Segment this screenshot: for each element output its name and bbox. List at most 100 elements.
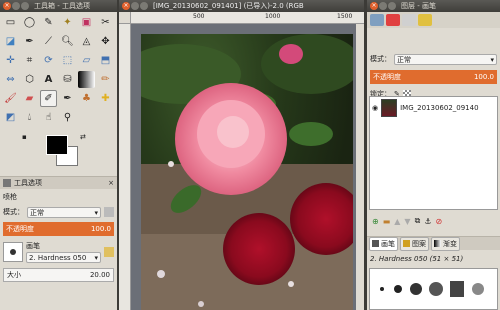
ruler-mark: 1500 (337, 13, 353, 20)
lower-layer-icon[interactable]: ▼ (404, 217, 410, 226)
mode-reset-icon[interactable] (104, 207, 114, 217)
size-slider[interactable]: 大小 20.00 (3, 268, 114, 282)
layer-row[interactable]: ◉ IMG_20130602_09140 (370, 97, 497, 119)
maximize-button[interactable] (21, 2, 29, 10)
horizontal-ruler[interactable]: 500 1000 1500 (131, 12, 364, 24)
minimize-button[interactable] (379, 2, 387, 10)
rect-select-icon[interactable]: ▭ (2, 14, 19, 31)
toolbox-window: × 工具箱 - 工具选项 ▭ ◯ ✎ ✦ ▣ ✂ ◪ ✒ ⟋ 🔍︎ ◬ ✥ ✛ … (0, 0, 117, 310)
layer-mode-select[interactable]: 正常 (394, 53, 497, 65)
tab-gradients[interactable]: 渐变 (431, 236, 460, 251)
heal-icon[interactable]: ✚ (97, 90, 114, 107)
mode-label: 模式： (3, 208, 24, 216)
visibility-eye-icon[interactable]: ◉ (372, 104, 378, 112)
brush-grid[interactable] (369, 268, 498, 310)
flip-icon[interactable]: ⇔ (2, 71, 19, 88)
tool-options-tab-row: 工具选项 × (0, 176, 117, 189)
crop-icon[interactable]: ⌗ (21, 52, 38, 69)
layer-opacity-slider[interactable]: 不透明度 100.0 (370, 70, 497, 84)
toolbox-title: 工具箱 - 工具选项 (34, 2, 90, 10)
mode-select[interactable]: 正常 (27, 206, 101, 218)
layer-name: IMG_20130602_09140 (400, 104, 479, 112)
vertical-scrollbar[interactable] (356, 24, 364, 310)
layer-mode-row: 模式： 正常 (367, 52, 500, 66)
raise-layer-icon[interactable]: ▲ (394, 217, 400, 226)
brush-select[interactable]: 2. Hardness 050 (26, 252, 101, 263)
color-picker-icon[interactable]: ⟋ (40, 33, 57, 50)
gradient-icon[interactable] (78, 71, 95, 88)
move-icon[interactable]: ✥ (97, 33, 114, 50)
layer-mode-label: 模式： (370, 55, 391, 63)
toolbox-titlebar[interactable]: × 工具箱 - 工具选项 (0, 0, 117, 12)
pencil-icon[interactable]: ✏ (97, 71, 114, 88)
zoom-icon[interactable]: 🔍︎ (59, 33, 76, 50)
scissors-icon[interactable]: ✂ (97, 14, 114, 31)
paths-icon[interactable]: ✒ (21, 33, 38, 50)
perspective-clone-icon[interactable]: ◩ (2, 109, 19, 126)
brush-tabs: 画笔 图案 渐变 (367, 236, 500, 251)
image-titlebar[interactable]: × [IMG_20130602_091401] (已导入)-2.0 (RGB (119, 0, 364, 12)
opacity-slider[interactable]: 不透明度 100.0 (3, 222, 114, 236)
maximize-button[interactable] (388, 2, 396, 10)
paintbrush-icon[interactable]: 🖌︎ (2, 90, 19, 107)
foreground-color-swatch[interactable] (46, 135, 68, 155)
brush-label: 画笔 (26, 242, 40, 250)
shear-icon[interactable]: ▱ (78, 52, 95, 69)
smudge-icon[interactable]: ☝ (40, 109, 57, 126)
brush-preview[interactable] (3, 242, 23, 262)
ruler-corner[interactable] (119, 12, 131, 24)
rotate-icon[interactable]: ⟳ (40, 52, 57, 69)
scale-icon[interactable]: ⬚ (59, 52, 76, 69)
dodge-burn-icon[interactable]: ⚲ (59, 109, 76, 126)
blur-icon[interactable]: 💧︎ (21, 109, 38, 126)
color-select-icon[interactable]: ▣ (78, 14, 95, 31)
ruler-mark: 1000 (265, 13, 281, 20)
tab-close-icon[interactable]: × (108, 179, 114, 187)
layers-tab-icon[interactable] (370, 14, 384, 26)
layers-titlebar[interactable]: × 图层 - 画笔 (367, 0, 500, 12)
paths-tab-icon[interactable] (402, 14, 416, 26)
tab-brushes[interactable]: 画笔 (369, 236, 398, 251)
measure-icon[interactable]: ◬ (78, 33, 95, 50)
duplicate-layer-icon[interactable]: ⧉ (415, 216, 421, 226)
free-select-icon[interactable]: ✎ (40, 14, 57, 31)
brush-row: 画笔 2. Hardness 050 (0, 238, 117, 266)
brush-edit-icon[interactable] (104, 247, 114, 257)
close-button[interactable]: × (122, 2, 130, 10)
layers-title: 图层 - 画笔 (401, 2, 436, 10)
image-title: [IMG_20130602_091401] (已导入)-2.0 (RGB (153, 2, 304, 10)
bucket-fill-icon[interactable]: ⛁ (59, 71, 76, 88)
vertical-ruler[interactable] (119, 24, 131, 310)
clone-icon[interactable]: ♣ (78, 90, 95, 107)
cage-transform-icon[interactable]: ⬡ (21, 71, 38, 88)
anchor-layer-icon[interactable]: ⚓ (424, 217, 431, 226)
perspective-icon[interactable]: ⬒ (97, 52, 114, 69)
color-area: ▪ ⇄ (2, 130, 117, 170)
foreground-select-icon[interactable]: ◪ (2, 33, 19, 50)
swap-colors-icon[interactable]: ⇄ (80, 133, 86, 141)
minimize-button[interactable] (131, 2, 139, 10)
canvas-area[interactable] (131, 24, 356, 310)
tool-options-tab-icon (3, 179, 11, 187)
close-button[interactable]: × (3, 2, 11, 10)
new-layer-icon[interactable]: ⊕ (372, 217, 379, 226)
tool-options-tab[interactable]: 工具选项 (14, 178, 42, 188)
ellipse-select-icon[interactable]: ◯ (21, 14, 38, 31)
ink-icon[interactable]: ✒ (59, 90, 76, 107)
align-icon[interactable]: ✛ (2, 52, 19, 69)
tab-patterns[interactable]: 图案 (400, 236, 429, 251)
layer-buttons: ⊕ ▬ ▲ ▼ ⧉ ⚓ ⊘ (369, 214, 498, 228)
channels-tab-icon[interactable] (386, 14, 400, 26)
close-button[interactable]: × (370, 2, 378, 10)
eraser-icon[interactable]: ▰ (21, 90, 38, 107)
airbrush-icon[interactable]: ✐ (40, 90, 57, 107)
delete-layer-icon[interactable]: ⊘ (435, 217, 442, 226)
new-group-icon[interactable]: ▬ (383, 217, 391, 226)
minimize-button[interactable] (12, 2, 20, 10)
image-window: × [IMG_20130602_091401] (已导入)-2.0 (RGB 5… (119, 0, 364, 310)
undo-tab-icon[interactable] (418, 14, 432, 26)
default-colors-icon[interactable]: ▪ (22, 133, 27, 141)
fuzzy-select-icon[interactable]: ✦ (59, 14, 76, 31)
maximize-button[interactable] (140, 2, 148, 10)
text-icon[interactable]: A (40, 71, 57, 88)
